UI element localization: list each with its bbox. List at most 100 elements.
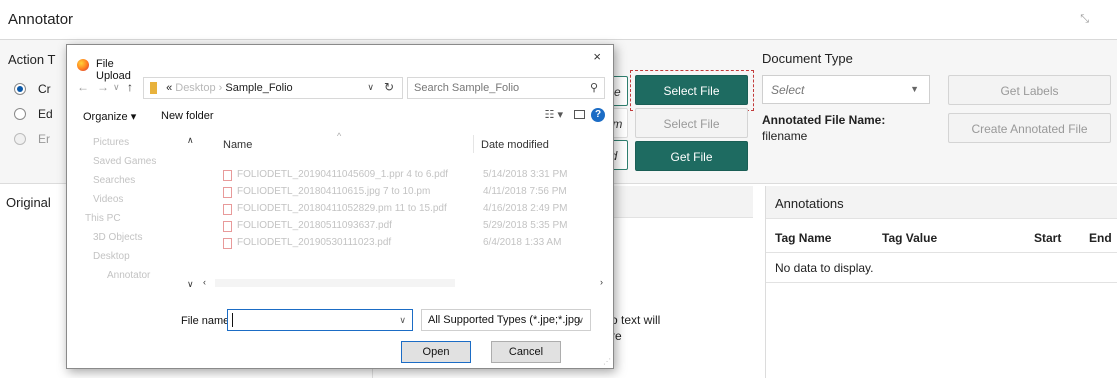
file-name-label: File name: [181, 315, 233, 327]
resize-grip-icon[interactable]: ⋰ [603, 357, 611, 366]
collapse-icon[interactable]: ⤡ [1080, 13, 1089, 26]
file-row[interactable]: FOLIODETL_20180511093637.pdf 5/29/2018 5… [223, 220, 613, 235]
scrollbar-thumb[interactable] [215, 279, 455, 287]
file-upload-dialog: File Upload × ← → ∨ ↑ « Desktop › Sample… [66, 44, 614, 369]
column-date-modified[interactable]: Date modified [481, 139, 549, 151]
cancel-button[interactable]: Cancel [491, 341, 561, 363]
help-icon[interactable]: ? [591, 108, 605, 122]
address-bar[interactable]: « Desktop › Sample_Folio ∨ ↻ [143, 77, 403, 99]
close-icon[interactable]: × [593, 49, 601, 64]
column-separator [473, 135, 474, 153]
empty-state-text: No data to display. [775, 261, 874, 275]
chevron-down-icon: ▼ [910, 84, 919, 94]
file-date: 4/16/2018 2:49 PM [483, 203, 568, 214]
scroll-up-icon[interactable]: ∧ [187, 135, 194, 146]
pdf-file-icon [223, 187, 232, 198]
nav-item-searches[interactable]: Searches [93, 175, 135, 186]
column-start[interactable]: Start [1034, 231, 1061, 245]
forward-arrow-icon[interactable]: → [97, 80, 109, 94]
refresh-icon[interactable]: ↻ [384, 80, 394, 94]
view-options-icon[interactable]: ☷ ▾ [545, 108, 563, 121]
column-tag-name[interactable]: Tag Name [775, 231, 831, 245]
radio-disabled-option[interactable] [14, 133, 26, 145]
file-name: FOLIODETL_20190530111023.pdf [237, 237, 392, 248]
scroll-right-icon[interactable]: › [600, 277, 603, 287]
document-type-select[interactable]: Select ▼ [762, 75, 930, 104]
address-prefix: « [166, 82, 173, 94]
up-arrow-icon[interactable]: ↑ [127, 80, 133, 94]
radio-create[interactable] [14, 83, 26, 95]
annotated-file-name-value: filename [762, 129, 808, 143]
original-panel-title: Original [6, 195, 51, 210]
dialog-toolbar: Organize ▾ New folder ☷ ▾ ? [67, 105, 615, 129]
annotated-file-name-label: Annotated File Name: [762, 113, 886, 127]
file-row[interactable]: FOLIODETL_201804110615.jpg 7 to 10.pm 4/… [223, 186, 613, 201]
scroll-down-icon[interactable]: ∨ [187, 279, 194, 290]
file-name: FOLIODETL_201804110615.jpg 7 to 10.pm [237, 186, 431, 197]
row-divider [766, 282, 1117, 283]
file-name: FOLIODETL_20190411045609_1.ppr 4 to 6.pd… [237, 169, 449, 180]
column-end[interactable]: End [1089, 231, 1112, 245]
nav-item-this-pc[interactable]: This PC [85, 213, 121, 224]
file-row[interactable]: FOLIODETL_20190530111023.pdf 6/4/2018 1:… [223, 237, 613, 252]
open-button[interactable]: Open [401, 341, 471, 363]
radio-edit[interactable] [14, 108, 26, 120]
column-name[interactable]: Name [223, 139, 252, 151]
dialog-navbar: ← → ∨ ↑ « Desktop › Sample_Folio ∨ ↻ Sea… [67, 75, 615, 101]
app-title: Annotator [8, 11, 74, 28]
scroll-left-icon[interactable]: ‹ [203, 277, 206, 287]
create-annotated-file-button[interactable]: Create Annotated File [948, 113, 1111, 143]
file-name-input[interactable]: ∨ [227, 309, 413, 331]
breadcrumb-desktop[interactable]: Desktop [175, 82, 215, 94]
sort-indicator-icon: ^ [337, 131, 342, 141]
chevron-down-icon: ∨ [577, 315, 584, 325]
chevron-down-icon[interactable]: ∨ [399, 315, 406, 326]
file-type-value: All Supported Types (*.jpe;*.jpg [428, 314, 581, 326]
firefox-icon [77, 59, 89, 71]
file-name: FOLIODETL_20180511093637.pdf [237, 220, 392, 231]
get-labels-button[interactable]: Get Labels [948, 75, 1111, 105]
nav-item-videos[interactable]: Videos [93, 194, 123, 205]
file-date: 4/11/2018 7:56 PM [483, 186, 567, 197]
horizontal-scrollbar[interactable]: ‹ › [201, 277, 605, 289]
nav-item-3d-objects[interactable]: 3D Objects [93, 232, 142, 243]
nav-item-saved-games[interactable]: Saved Games [93, 156, 156, 167]
document-type-placeholder: Select [771, 83, 805, 97]
select-file-button[interactable]: Select File [635, 75, 748, 105]
nav-item-annotator[interactable]: Annotator [107, 270, 150, 281]
folder-icon [150, 82, 157, 95]
action-type-label: Action T [8, 52, 56, 67]
search-input[interactable]: Search Sample_Folio ⚲ [407, 77, 605, 99]
file-row[interactable]: FOLIODETL_20180411052829.pm 11 to 15.pdf… [223, 203, 613, 218]
document-type-label: Document Type [762, 51, 853, 66]
back-arrow-icon[interactable]: ← [77, 80, 89, 94]
select-file-button-disabled[interactable]: Select File [635, 108, 748, 138]
pdf-file-icon [223, 238, 232, 249]
radio-edit-label: Ed [38, 107, 53, 121]
file-date: 5/14/2018 3:31 PM [483, 169, 568, 180]
nav-item-pictures[interactable]: Pictures [93, 137, 129, 148]
new-folder-button[interactable]: New folder [161, 110, 214, 122]
chevron-down-icon[interactable]: ∨ [367, 82, 374, 93]
file-date: 5/29/2018 5:35 PM [483, 220, 568, 231]
middle-panel-text: o text will re [611, 312, 660, 344]
header-divider [766, 252, 1117, 253]
preview-pane-icon[interactable] [574, 110, 585, 119]
file-row[interactable]: FOLIODETL_20190411045609_1.ppr 4 to 6.pd… [223, 169, 613, 184]
file-date: 6/4/2018 1:33 AM [483, 237, 562, 248]
radio-third-label: Er [38, 132, 50, 146]
breadcrumb-separator: › [218, 82, 223, 94]
file-name: FOLIODETL_20180411052829.pm 11 to 15.pdf [237, 203, 447, 214]
file-type-select[interactable]: All Supported Types (*.jpe;*.jpg ∨ [421, 309, 591, 331]
annotations-title: Annotations [775, 196, 844, 211]
breadcrumb-current[interactable]: Sample_Folio [225, 82, 292, 94]
middle-panel-text-line1: o text will [611, 313, 661, 327]
recent-dropdown-icon[interactable]: ∨ [113, 82, 120, 93]
app-header: Annotator ⤡ [0, 0, 1117, 40]
nav-item-desktop[interactable]: Desktop [93, 251, 130, 262]
text-caret [232, 313, 233, 327]
file-list: ^ Name Date modified FOLIODETL_201904110… [211, 131, 615, 281]
column-tag-value[interactable]: Tag Value [882, 231, 937, 245]
get-file-button[interactable]: Get File [635, 141, 748, 171]
organize-button[interactable]: Organize ▾ [83, 110, 136, 123]
